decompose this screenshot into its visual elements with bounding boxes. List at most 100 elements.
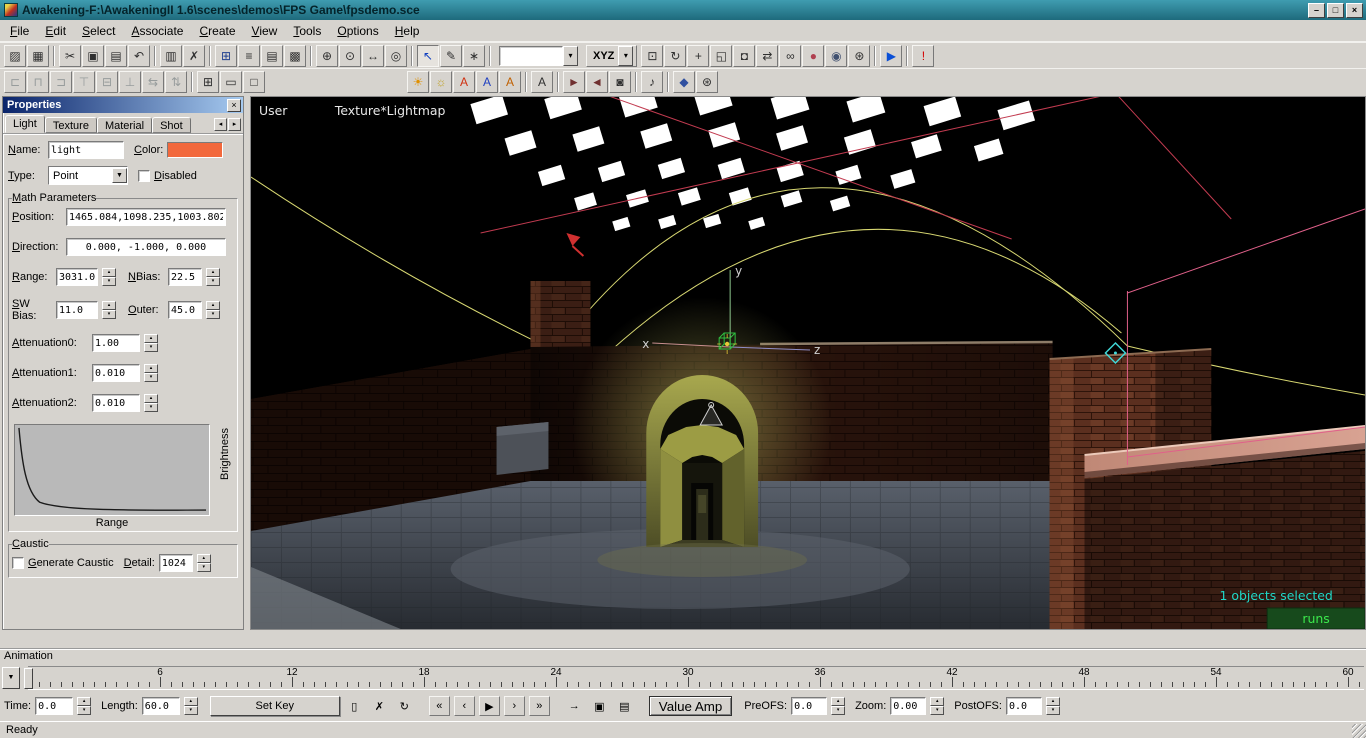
- time-input[interactable]: [35, 697, 73, 715]
- time-spinner[interactable]: ▴▾: [77, 697, 91, 715]
- position-input[interactable]: [66, 208, 226, 226]
- maximize-button[interactable]: □: [1327, 3, 1344, 18]
- tab-shot[interactable]: Shot: [152, 117, 191, 133]
- flare-icon[interactable]: A: [453, 71, 475, 93]
- active-animation-badge[interactable]: runs: [1267, 608, 1365, 629]
- gem-icon[interactable]: ◆: [673, 71, 695, 93]
- add-object-icon[interactable]: ⊞: [215, 45, 237, 67]
- draw-icon[interactable]: ✎: [440, 45, 462, 67]
- menu-item[interactable]: Associate: [123, 21, 191, 41]
- light-type-dropdown[interactable]: Point▼: [48, 166, 128, 185]
- shader-icon[interactable]: A: [499, 71, 521, 93]
- timeline-ruler[interactable]: 6121824303642485460: [28, 666, 1364, 690]
- undo-icon[interactable]: ↶: [128, 45, 150, 67]
- lock-icon[interactable]: ◘: [733, 45, 755, 67]
- snap-icon[interactable]: ∗: [463, 45, 485, 67]
- select-arrow-icon[interactable]: ↖: [417, 45, 439, 67]
- tab-scroll-left-button[interactable]: ◂: [214, 118, 227, 131]
- marquee-icon[interactable]: ▭: [220, 71, 242, 93]
- animation-dropdown-button[interactable]: ▼: [2, 667, 20, 689]
- pan-icon[interactable]: ↔: [362, 45, 384, 67]
- attenuation1-input[interactable]: [92, 364, 140, 382]
- value-amp-button[interactable]: Value Amp: [649, 696, 732, 716]
- menu-item[interactable]: Tools: [285, 21, 329, 41]
- sound-icon[interactable]: ♪: [641, 71, 663, 93]
- render-mode-label[interactable]: Texture*Lightmap: [334, 103, 446, 118]
- swbias-spinner[interactable]: ▴▾: [102, 301, 116, 319]
- viewport-3d[interactable]: x y z: [250, 96, 1366, 630]
- tab-texture[interactable]: Texture: [45, 117, 97, 133]
- go-start-icon[interactable]: «: [429, 696, 450, 716]
- paste-icon[interactable]: ▤: [105, 45, 127, 67]
- attenuation1-spinner[interactable]: ▴▾: [144, 364, 158, 382]
- loop-icon[interactable]: ↻: [394, 696, 415, 716]
- region-icon[interactable]: □: [243, 71, 265, 93]
- link-icon[interactable]: ∞: [779, 45, 801, 67]
- toolbar-combo-input[interactable]: [499, 46, 563, 66]
- axis-dropdown-icon[interactable]: ▾: [618, 46, 633, 66]
- menu-item[interactable]: Select: [74, 21, 123, 41]
- range-input[interactable]: [56, 268, 98, 286]
- preofs-spinner[interactable]: ▴▾: [831, 697, 845, 715]
- align-left-icon[interactable]: ⊏: [4, 71, 26, 93]
- menu-item[interactable]: File: [2, 21, 37, 41]
- set-key-button[interactable]: Set Key: [210, 696, 340, 716]
- align-center-icon[interactable]: ⊓: [27, 71, 49, 93]
- scene-tree-icon[interactable]: ≡: [238, 45, 260, 67]
- zoom-extents-icon[interactable]: ◎: [385, 45, 407, 67]
- close-button[interactable]: ×: [1346, 3, 1363, 18]
- postofs-spinner[interactable]: ▴▾: [1046, 697, 1060, 715]
- length-input[interactable]: [142, 697, 180, 715]
- axis-mode-dropdown[interactable]: XYZ▾: [586, 45, 637, 67]
- nbias-input[interactable]: [168, 268, 202, 286]
- tab-scroll-right-button[interactable]: ▸: [228, 118, 241, 131]
- zoom-spinner[interactable]: ▴▾: [930, 697, 944, 715]
- attenuation2-input[interactable]: [92, 394, 140, 412]
- lock-object-icon[interactable]: ◙: [609, 71, 631, 93]
- particle-icon[interactable]: ☼: [430, 71, 452, 93]
- material-ball-icon[interactable]: ●: [802, 45, 824, 67]
- menu-item[interactable]: View: [244, 21, 286, 41]
- erase-icon[interactable]: ✗: [183, 45, 205, 67]
- type-dropdown-icon[interactable]: ▼: [112, 168, 127, 183]
- go-end-icon[interactable]: »: [529, 696, 550, 716]
- save-icon[interactable]: ▦: [27, 45, 49, 67]
- resize-grip[interactable]: [1352, 724, 1366, 738]
- wrench-icon[interactable]: ⊛: [696, 71, 718, 93]
- rotate-icon[interactable]: ↻: [664, 45, 686, 67]
- zoom-region-icon[interactable]: ⊙: [339, 45, 361, 67]
- copy-icon[interactable]: ▣: [82, 45, 104, 67]
- layer-icon[interactable]: ▩: [284, 45, 306, 67]
- next-key-icon[interactable]: ›: [504, 696, 525, 716]
- align-right-icon[interactable]: ⊐: [50, 71, 72, 93]
- align-middle-icon[interactable]: ⊟: [96, 71, 118, 93]
- open-icon[interactable]: ▨: [4, 45, 26, 67]
- run-icon[interactable]: !: [912, 45, 934, 67]
- grid-toggle-icon[interactable]: ⊞: [197, 71, 219, 93]
- timeline-scrubber[interactable]: [24, 668, 33, 689]
- copy-key-icon[interactable]: ▣: [589, 696, 610, 716]
- range-spinner[interactable]: ▴▾: [102, 268, 116, 286]
- panel-toggle-icon[interactable]: ▤: [261, 45, 283, 67]
- distribute-h-icon[interactable]: ⇆: [142, 71, 164, 93]
- nbias-spinner[interactable]: ▴▾: [206, 268, 220, 286]
- play-icon[interactable]: ▶: [880, 45, 902, 67]
- title-bar[interactable]: Awakening-F:\AwakeningII 1.6\scenes\demo…: [0, 0, 1366, 20]
- rect-select-icon[interactable]: ⊡: [641, 45, 663, 67]
- align-top-icon[interactable]: ⊤: [73, 71, 95, 93]
- menu-item[interactable]: Options: [329, 21, 386, 41]
- disabled-checkbox[interactable]: [138, 170, 150, 182]
- paste-key-icon[interactable]: ▤: [614, 696, 635, 716]
- scale-icon[interactable]: ◱: [710, 45, 732, 67]
- light-name-input[interactable]: [48, 141, 124, 159]
- character-icon[interactable]: ◄: [586, 71, 608, 93]
- caustic-detail-input[interactable]: [159, 554, 193, 572]
- properties-title-bar[interactable]: Properties ×: [3, 97, 243, 113]
- camera-icon[interactable]: ◉: [825, 45, 847, 67]
- generate-caustic-checkbox[interactable]: [12, 557, 24, 569]
- properties-close-button[interactable]: ×: [227, 99, 241, 112]
- light-color-swatch[interactable]: [167, 142, 223, 158]
- vehicle-icon[interactable]: ►: [563, 71, 585, 93]
- preofs-input[interactable]: [791, 697, 827, 715]
- detail-spinner[interactable]: ▴▾: [197, 554, 211, 572]
